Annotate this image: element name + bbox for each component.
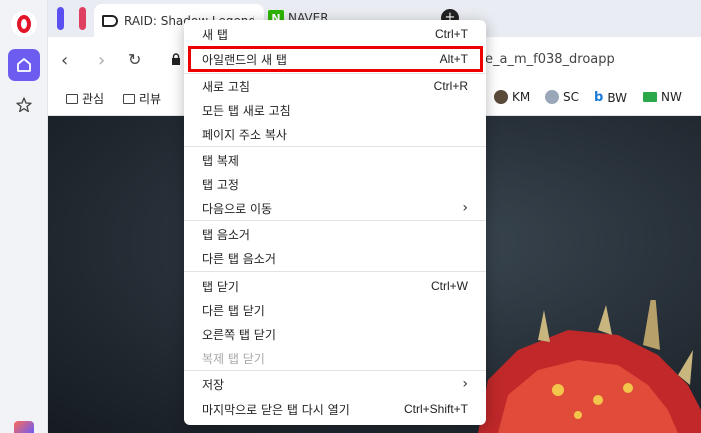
raid-favicon-icon — [102, 14, 118, 27]
bookmark-folder[interactable]: 리뷰 — [123, 90, 161, 107]
home-icon[interactable] — [8, 49, 40, 81]
menu-divider — [184, 370, 486, 371]
menu-item-mute-other-tabs[interactable]: 다른 탭 음소거 — [184, 246, 486, 270]
menu-item-reload[interactable]: 새로 고침 Ctrl+R — [184, 74, 486, 98]
menu-item-close-tabs-right[interactable]: 오른쪽 탭 닫기 — [184, 322, 486, 346]
lock-icon — [171, 53, 181, 65]
bookmark-item[interactable]: NW — [643, 90, 682, 104]
bookmark-item[interactable]: KM — [494, 90, 530, 104]
chevron-right-icon: › — [462, 376, 468, 392]
menu-item-copy-address[interactable]: 페이지 주소 복사 — [184, 122, 486, 146]
menu-item-save[interactable]: 저장 › — [184, 372, 486, 396]
bookmark-label: BW — [607, 90, 627, 105]
dragon-artwork — [478, 300, 701, 433]
menu-item-move-to[interactable]: 다음으로 이동 › — [184, 196, 486, 220]
bookmark-label: NW — [661, 90, 682, 104]
bookmark-label: 관심 — [82, 92, 105, 106]
bookmark-item[interactable]: b BW — [594, 90, 627, 105]
back-arrow-icon[interactable]: ‹ — [61, 50, 79, 71]
menu-divider — [184, 220, 486, 221]
folder-icon — [66, 93, 78, 104]
pinned-tab-indicator[interactable] — [79, 7, 86, 30]
bookmark-label: KM — [512, 90, 531, 104]
folder-icon — [123, 93, 135, 104]
menu-divider — [184, 271, 486, 272]
menu-item-pin-tab[interactable]: 탭 고정 — [184, 172, 486, 196]
menu-item-close-other-tabs[interactable]: 다른 탭 닫기 — [184, 298, 486, 322]
menu-item-mute-tab[interactable]: 탭 음소거 — [184, 222, 486, 246]
menu-item-new-tab[interactable]: 새 탭 Ctrl+T — [184, 22, 486, 46]
bookmark-label: SC — [563, 90, 579, 104]
bookmark-item[interactable]: SC — [545, 90, 579, 104]
address-bar-text[interactable]: e_a_m_f038_droapp — [485, 52, 615, 67]
opera-logo-icon[interactable] — [11, 11, 37, 37]
bookmark-folder[interactable]: 관심 — [66, 90, 104, 107]
highlight-box — [188, 46, 483, 72]
menu-item-close-tab[interactable]: 탭 닫기 Ctrl+W — [184, 274, 486, 298]
menu-item-reload-all[interactable]: 모든 탭 새로 고침 — [184, 98, 486, 122]
star-icon[interactable] — [12, 93, 36, 117]
monitor-icon — [643, 92, 657, 102]
km-icon — [494, 90, 508, 104]
menu-item-duplicate-tab[interactable]: 탭 복제 — [184, 148, 486, 172]
app-icon[interactable] — [14, 421, 34, 433]
reload-icon[interactable]: ↻ — [128, 50, 146, 70]
pinned-tab-indicator[interactable] — [57, 7, 64, 30]
menu-item-close-duplicate-tabs: 복제 탭 닫기 — [202, 351, 265, 366]
forward-arrow-icon[interactable]: › — [98, 50, 116, 71]
menu-divider — [184, 146, 486, 147]
sc-icon — [545, 90, 559, 104]
opera-sidebar — [0, 0, 48, 433]
menu-item-reopen-closed-tab[interactable]: 마지막으로 닫은 탭 다시 열기 Ctrl+Shift+T — [184, 397, 486, 421]
tab-context-menu: 새 탭 Ctrl+T 아일랜드의 새 탭 Alt+T 새로 고침 Ctrl+R … — [184, 20, 486, 425]
bookmark-label: 리뷰 — [139, 92, 162, 106]
bing-icon: b — [594, 90, 604, 105]
chevron-right-icon: › — [462, 200, 468, 216]
